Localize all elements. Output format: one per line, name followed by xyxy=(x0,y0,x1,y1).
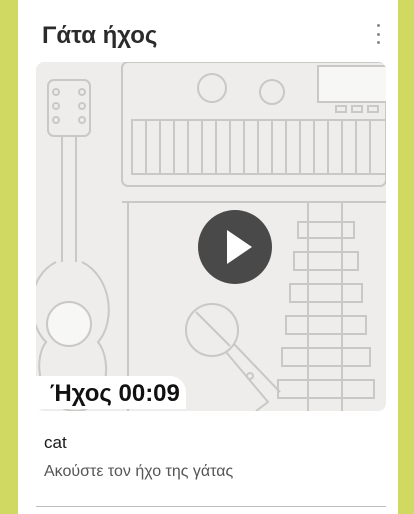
more-options-button[interactable] xyxy=(370,22,386,46)
play-icon xyxy=(227,230,252,264)
item-description: Ακούστε τον ήχο της γάτας xyxy=(44,463,234,480)
duration-label: Ήχος 00:09 xyxy=(36,376,186,409)
sound-card: Γάτα ήχος Ήχος 00:09 cat Ακούστε τον ήχο… xyxy=(18,0,398,514)
duration-badge: Ήχος 00:09 xyxy=(36,376,186,411)
play-button[interactable] xyxy=(198,210,272,284)
media-thumbnail[interactable]: Ήχος 00:09 xyxy=(36,62,386,411)
card-title: Γάτα ήχος xyxy=(42,22,158,49)
divider xyxy=(36,506,386,507)
item-title: cat xyxy=(44,433,67,452)
more-vert-icon-dot xyxy=(376,32,380,36)
more-vert-icon-dot xyxy=(376,41,380,44)
more-vert-icon xyxy=(376,24,380,27)
